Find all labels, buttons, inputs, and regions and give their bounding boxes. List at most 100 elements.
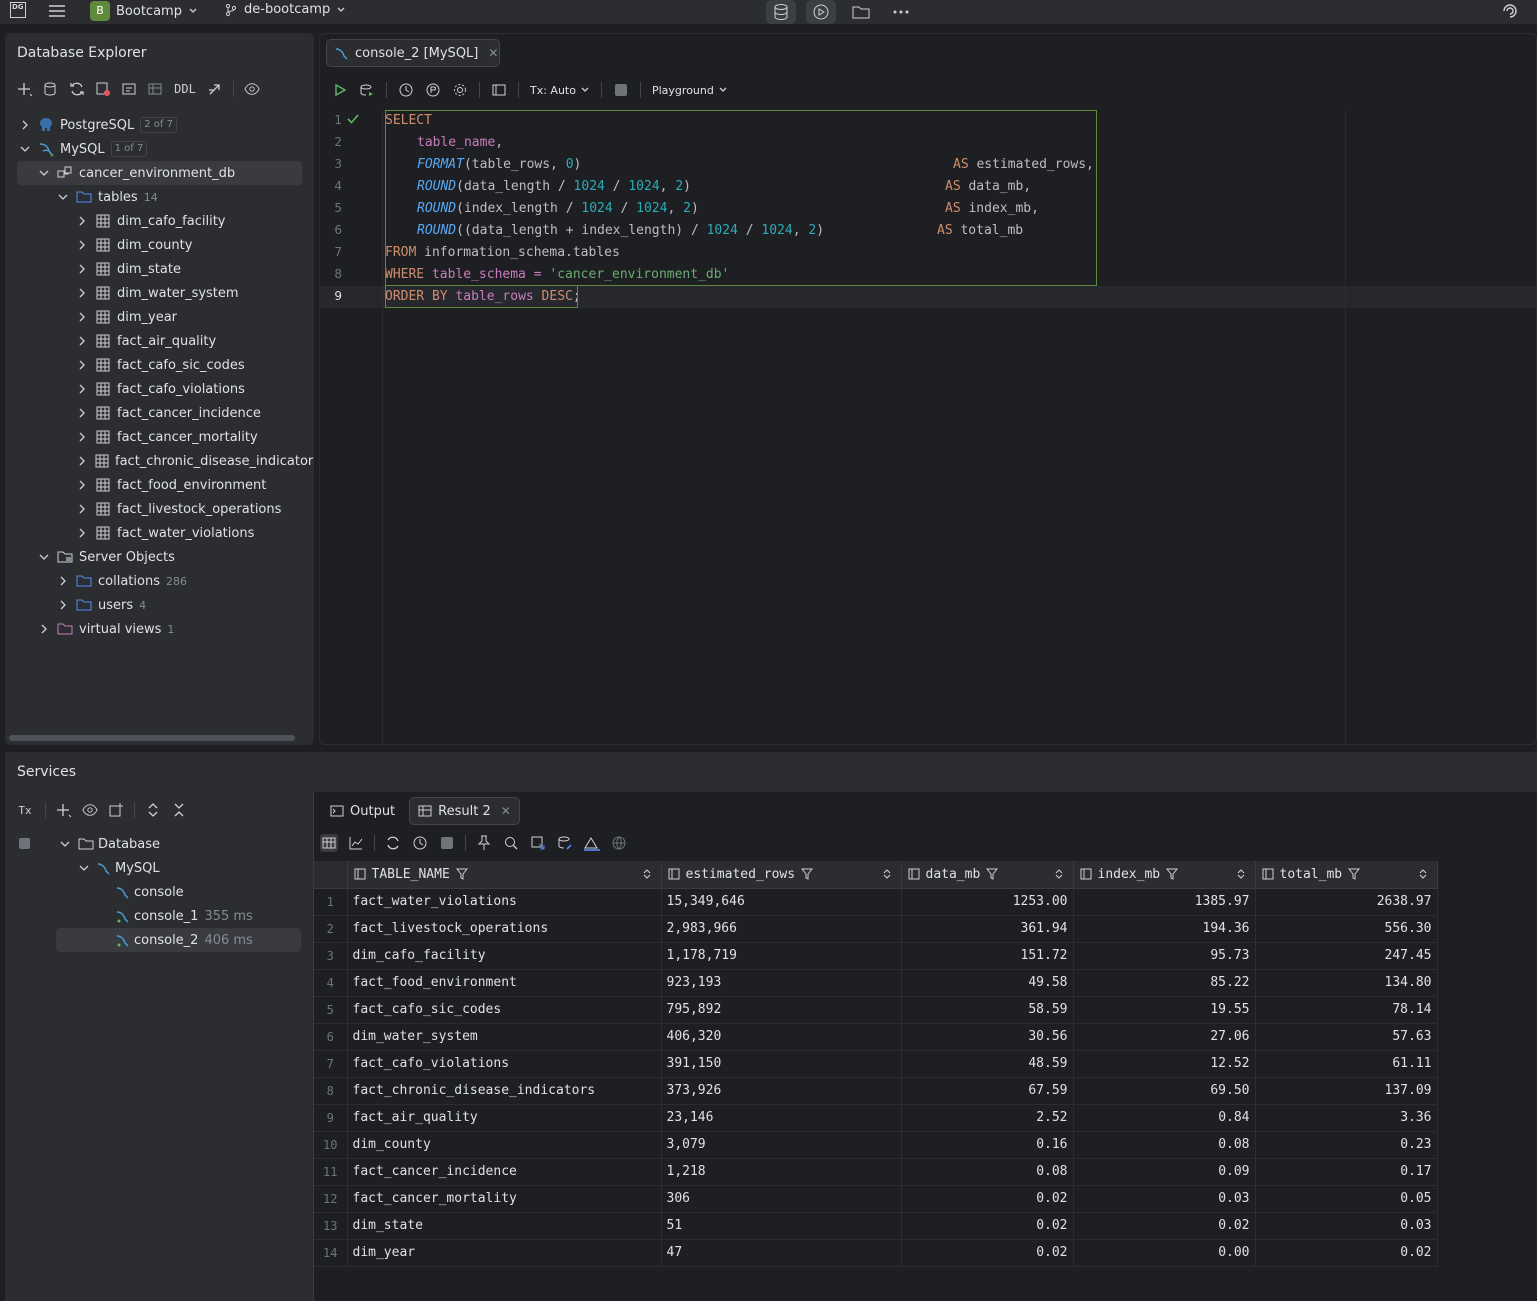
tree-node-console-1[interactable]: console_1 355 ms	[5, 904, 313, 928]
cell-index-mb[interactable]: 19.55	[1073, 996, 1256, 1024]
cell-estimated-rows[interactable]: 15,349,646	[661, 888, 902, 916]
cell-table-name[interactable]: dim_year	[347, 1239, 662, 1267]
ai-assistant-icon[interactable]	[1501, 2, 1519, 20]
jump-arrow-icon[interactable]	[207, 81, 223, 97]
chevron-right-icon[interactable]	[76, 503, 88, 515]
table-row[interactable]: 3 dim_cafo_facility 1,178,719 151.72 95.73 24…	[314, 942, 1438, 970]
chevron-down-icon[interactable]	[19, 143, 31, 155]
table-row[interactable]: 13 dim_state 51 0.02 0.02 0.03	[314, 1212, 1438, 1240]
cell-data-mb[interactable]: 0.08	[901, 1158, 1074, 1186]
refresh-icon[interactable]	[69, 81, 85, 97]
filter-icon[interactable]	[1348, 868, 1361, 881]
playground-dropdown[interactable]: Playground	[652, 84, 728, 97]
sort-icon[interactable]	[883, 869, 891, 879]
cell-index-mb[interactable]: 0.84	[1073, 1104, 1256, 1132]
cell-estimated-rows[interactable]: 1,218	[661, 1158, 902, 1186]
folder-icon[interactable]	[846, 0, 876, 24]
table-row[interactable]: 5 fact_cafo_sic_codes 795,892 58.59 19.55 78.…	[314, 996, 1438, 1024]
disconnect-icon[interactable]	[95, 81, 111, 97]
branch-selector[interactable]: de-bootcamp	[224, 2, 346, 17]
expand-all-icon[interactable]	[145, 802, 161, 818]
cell-index-mb[interactable]: 27.06	[1073, 1023, 1256, 1051]
table-row[interactable]: 9 fact_air_quality 23,146 2.52 0.84 3.36	[314, 1104, 1438, 1132]
tab-output[interactable]: Output	[322, 797, 403, 825]
settings-icon[interactable]	[452, 82, 468, 98]
chevron-right-icon[interactable]	[19, 119, 31, 131]
cell-table-name[interactable]: fact_air_quality	[347, 1104, 662, 1132]
cell-index-mb[interactable]: 12.52	[1073, 1050, 1256, 1078]
filter-icon[interactable]	[1166, 868, 1179, 881]
cell-data-mb[interactable]: 58.59	[901, 996, 1074, 1024]
stop-icon[interactable]	[613, 82, 629, 98]
run-services-icon[interactable]	[806, 0, 836, 24]
tree-node-table[interactable]: fact_air_quality	[5, 329, 314, 353]
search-icon[interactable]	[502, 834, 520, 852]
chevron-down-icon[interactable]	[78, 862, 90, 874]
data-source-properties-icon[interactable]	[43, 81, 59, 97]
tree-node-table[interactable]: dim_county	[5, 233, 314, 257]
cell-table-name[interactable]: fact_food_environment	[347, 969, 662, 997]
cell-data-mb[interactable]: 48.59	[901, 1050, 1074, 1078]
column-header-index-mb[interactable]: index_mb	[1073, 861, 1256, 889]
new-tab-icon[interactable]	[108, 802, 124, 818]
project-selector[interactable]: B Bootcamp	[90, 1, 198, 21]
cell-table-name[interactable]: fact_cancer_incidence	[347, 1158, 662, 1186]
cell-estimated-rows[interactable]: 23,146	[661, 1104, 902, 1132]
cell-total-mb[interactable]: 556.30	[1255, 915, 1438, 943]
tree-node-table[interactable]: fact_cancer_mortality	[5, 425, 314, 449]
cell-estimated-rows[interactable]: 47	[661, 1239, 902, 1267]
cell-index-mb[interactable]: 1385.97	[1073, 888, 1256, 916]
cell-data-mb[interactable]: 67.59	[901, 1077, 1074, 1105]
column-header-total-mb[interactable]: total_mb	[1255, 861, 1438, 889]
cell-index-mb[interactable]: 194.36	[1073, 915, 1256, 943]
tree-node-console[interactable]: console	[5, 880, 313, 904]
cell-index-mb[interactable]: 0.02	[1073, 1212, 1256, 1240]
add-icon[interactable]	[56, 802, 72, 818]
cell-estimated-rows[interactable]: 51	[661, 1212, 902, 1240]
cell-index-mb[interactable]: 95.73	[1073, 942, 1256, 970]
tree-node-table[interactable]: fact_cafo_violations	[5, 377, 314, 401]
horizontal-scrollbar[interactable]	[9, 735, 295, 741]
chevron-right-icon[interactable]	[76, 383, 88, 395]
main-menu-icon[interactable]	[48, 3, 66, 19]
table-row[interactable]: 11 fact_cancer_incidence 1,218 0.08 0.09 0.17	[314, 1158, 1438, 1186]
filter-icon[interactable]	[801, 868, 814, 881]
cell-data-mb[interactable]: 30.56	[901, 1023, 1074, 1051]
eye-icon[interactable]	[82, 802, 98, 818]
tree-node-table[interactable]: fact_livestock_operations	[5, 497, 314, 521]
edit-data-icon[interactable]	[556, 834, 574, 852]
close-icon[interactable]: ✕	[501, 804, 511, 818]
filter-icon[interactable]	[455, 868, 468, 881]
cell-index-mb[interactable]: 0.08	[1073, 1131, 1256, 1159]
chevron-right-icon[interactable]	[76, 527, 88, 539]
tree-node-table[interactable]: fact_chronic_disease_indicators	[5, 449, 314, 473]
refresh-icon[interactable]	[384, 834, 402, 852]
cell-estimated-rows[interactable]: 306	[661, 1185, 902, 1213]
chevron-down-icon[interactable]	[59, 838, 71, 850]
collapse-all-icon[interactable]	[171, 802, 187, 818]
cell-estimated-rows[interactable]: 2,983,966	[661, 915, 902, 943]
ddl-button[interactable]: DDL	[173, 81, 197, 97]
execute-icon[interactable]	[332, 82, 348, 98]
column-header-estimated-rows[interactable]: estimated_rows	[661, 861, 902, 889]
cell-estimated-rows[interactable]: 923,193	[661, 969, 902, 997]
chevron-right-icon[interactable]	[76, 263, 88, 275]
table-view-icon[interactable]	[147, 81, 163, 97]
filter-icon[interactable]	[986, 868, 999, 881]
sort-icon[interactable]	[1419, 869, 1427, 879]
table-row[interactable]: 2 fact_livestock_operations 2,983,966 361.9…	[314, 915, 1438, 943]
cell-table-name[interactable]: fact_livestock_operations	[347, 915, 662, 943]
jump-to-console-icon[interactable]	[121, 81, 137, 97]
cell-total-mb[interactable]: 2638.97	[1255, 888, 1438, 916]
history-icon[interactable]	[411, 834, 429, 852]
cell-data-mb[interactable]: 151.72	[901, 942, 1074, 970]
cell-data-mb[interactable]: 0.02	[901, 1239, 1074, 1267]
table-row[interactable]: 6 dim_water_system 406,320 30.56 27.06 57.63	[314, 1023, 1438, 1051]
chevron-right-icon[interactable]	[57, 599, 69, 611]
chevron-right-icon[interactable]	[76, 359, 88, 371]
chart-icon[interactable]	[347, 834, 365, 852]
cell-table-name[interactable]: dim_county	[347, 1131, 662, 1159]
chevron-right-icon[interactable]	[76, 431, 88, 443]
column-header-data-mb[interactable]: data_mb	[901, 861, 1074, 889]
sort-icon[interactable]	[1055, 869, 1063, 879]
